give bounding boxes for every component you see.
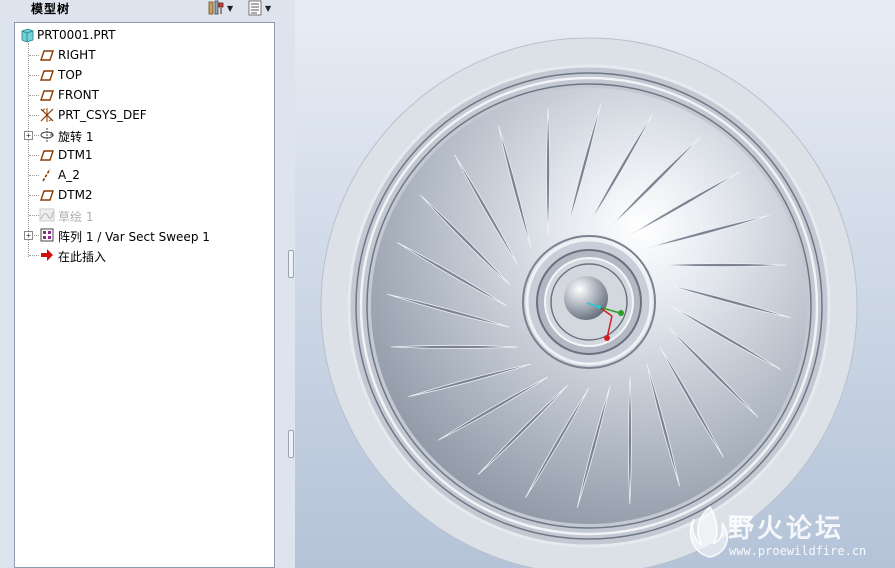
- splitter-grip-icon[interactable]: [288, 430, 294, 458]
- coordinate-system-icon: [39, 107, 55, 123]
- tree-item-label: 草绘 1: [58, 210, 94, 224]
- tree-item-front[interactable]: FRONT: [15, 85, 273, 105]
- tree-item-label: PRT0001.PRT: [37, 28, 116, 42]
- watermark-name: 野火论坛: [728, 514, 845, 544]
- insert-here-arrow-icon: [39, 247, 55, 263]
- tree-item-pattern[interactable]: + 阵列 1 / Var Sect Sweep 1: [15, 225, 273, 245]
- sketch-icon: [39, 207, 55, 223]
- tree-item-csys[interactable]: PRT_CSYS_DEF: [15, 105, 273, 125]
- tree-item-part[interactable]: PRT0001.PRT: [15, 25, 273, 45]
- show-options-button[interactable]: ▼: [247, 0, 271, 16]
- tree-item-label: DTM1: [58, 148, 93, 162]
- tree-item-label: A_2: [58, 168, 80, 182]
- model-render: [320, 37, 858, 568]
- tree-item-label: DTM2: [58, 188, 93, 202]
- splitter-grip-icon[interactable]: [288, 250, 294, 278]
- datum-plane-icon: [39, 187, 55, 203]
- model-tree: PRT0001.PRT RIGHT TOP FRONT PRT_CSYS_DEF…: [14, 22, 275, 568]
- panel-splitter[interactable]: [286, 0, 295, 568]
- tree-item-dtm2[interactable]: DTM2: [15, 185, 273, 205]
- tree-item-label: 阵列 1 / Var Sect Sweep 1: [58, 230, 210, 244]
- datum-plane-icon: [39, 147, 55, 163]
- model-tree-panel: 模型树 ▼ ▼ PRT0001.PRT RIGHT TOP FRONT PRT_…: [0, 0, 286, 568]
- pattern-icon: [39, 227, 55, 243]
- chevron-down-icon: ▼: [227, 3, 234, 13]
- revolve-icon: [39, 127, 55, 143]
- tree-item-axis[interactable]: A_2: [15, 165, 273, 185]
- tree-item-label: 在此插入: [58, 250, 107, 264]
- tree-item-dtm1[interactable]: DTM1: [15, 145, 273, 165]
- model-tree-title: 模型树: [31, 2, 71, 16]
- datum-plane-icon: [39, 87, 55, 103]
- tree-item-label: PRT_CSYS_DEF: [58, 108, 147, 122]
- tree-item-insert-here[interactable]: 在此插入: [15, 245, 273, 265]
- tree-item-label: TOP: [58, 68, 83, 82]
- graphics-viewport[interactable]: 野火论坛 www.proewildfire.cn: [295, 0, 895, 568]
- datum-plane-icon: [39, 47, 55, 63]
- tree-item-label: FRONT: [58, 88, 99, 102]
- tree-filter-icon: [248, 0, 262, 16]
- settings-button[interactable]: ▼: [207, 0, 233, 16]
- tree-item-right[interactable]: RIGHT: [15, 45, 273, 65]
- tree-item-label: RIGHT: [58, 48, 96, 62]
- swirl-rib: [659, 263, 787, 268]
- swirl-rib: [627, 376, 632, 504]
- tree-item-sketch[interactable]: 草绘 1: [15, 205, 273, 225]
- tree-item-revolve[interactable]: + 旋转 1: [15, 125, 273, 145]
- settings-tools-icon: [208, 0, 224, 15]
- swirl-rib: [546, 108, 551, 236]
- watermark-url: www.proewildfire.cn: [729, 544, 867, 558]
- chevron-down-icon: ▼: [265, 3, 272, 13]
- tree-item-label: 旋转 1: [58, 130, 94, 144]
- datum-axis-icon: [39, 167, 55, 183]
- part-icon: [19, 27, 35, 43]
- watermark-flame-icon: [689, 505, 729, 558]
- model-tree-header: 模型树 ▼ ▼: [0, 0, 286, 22]
- center-knob: [564, 276, 608, 320]
- datum-plane-icon: [39, 67, 55, 83]
- swirl-rib: [391, 344, 519, 349]
- tree-item-top[interactable]: TOP: [15, 65, 273, 85]
